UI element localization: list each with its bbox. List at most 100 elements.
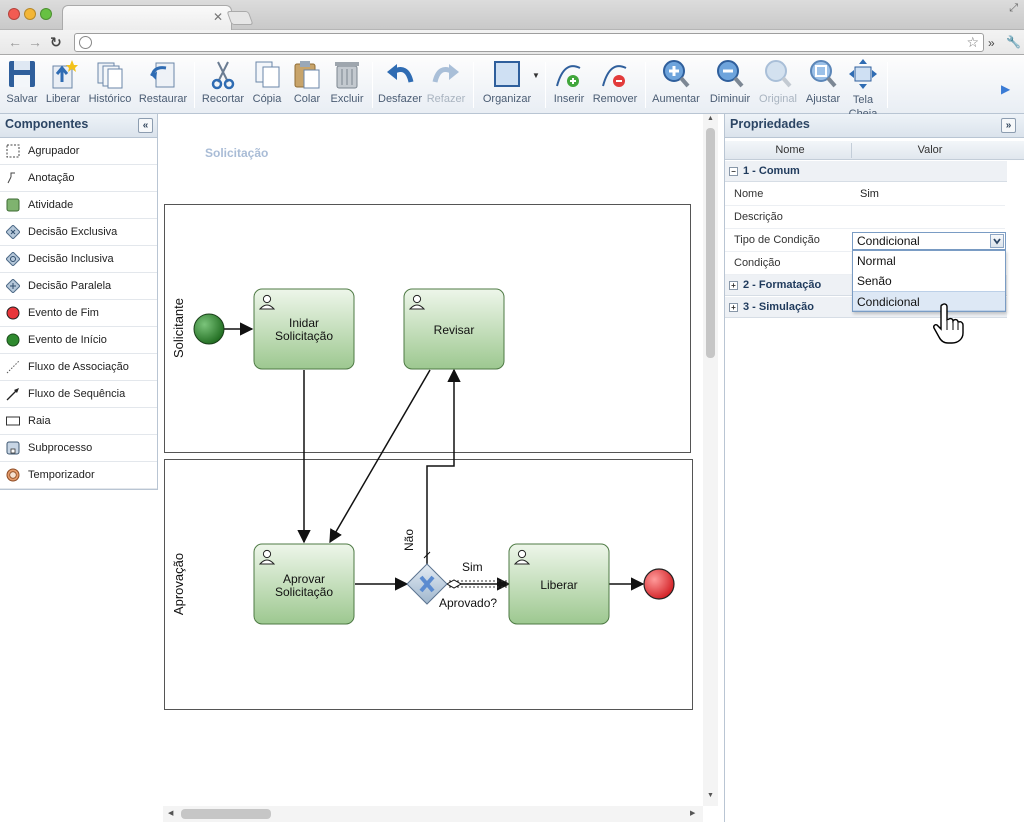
scroll-up-arrow-icon[interactable]: ▲ bbox=[707, 115, 714, 122]
paste-button[interactable]: Colar bbox=[290, 58, 324, 105]
timer-icon bbox=[6, 468, 20, 482]
more-icon[interactable]: » bbox=[988, 36, 995, 50]
diagram-canvas[interactable]: Solicitação Solicitante Aprovação Inidar… bbox=[163, 114, 718, 822]
expand-group-icon[interactable]: + bbox=[729, 281, 738, 290]
scroll-down-arrow-icon[interactable]: ▼ bbox=[707, 792, 714, 799]
bookmark-star-icon[interactable]: ☆ bbox=[966, 34, 979, 51]
component-decisao-paralela[interactable]: Decisão Paralela bbox=[0, 273, 157, 300]
forward-icon[interactable]: → bbox=[28, 34, 42, 50]
undo-button[interactable]: Desfazer bbox=[378, 58, 422, 105]
wrench-icon[interactable]: 🔧 bbox=[1006, 35, 1021, 49]
remove-point-button[interactable]: Remover bbox=[592, 58, 638, 105]
arrange-icon bbox=[494, 61, 520, 87]
component-fluxo-associacao[interactable]: Fluxo de Associação bbox=[0, 354, 157, 381]
minimize-window-icon[interactable] bbox=[24, 8, 36, 20]
task-revisar[interactable]: Revisar bbox=[403, 288, 505, 370]
component-evento-inicio[interactable]: Evento de Início bbox=[0, 327, 157, 354]
prop-name: Tipo de Condição bbox=[734, 234, 820, 246]
prop-row-descricao[interactable]: Descrição bbox=[725, 206, 1005, 229]
exclusive-gateway-icon bbox=[6, 225, 20, 239]
component-raia[interactable]: Raia bbox=[0, 408, 157, 435]
component-temporizador[interactable]: Temporizador bbox=[0, 462, 157, 489]
toolbar-separator bbox=[372, 62, 373, 108]
canvas-horizontal-scrollbar[interactable]: ◀ ▶ bbox=[163, 806, 703, 822]
zoom-window-icon[interactable] bbox=[40, 8, 52, 20]
toolbar-more-arrow-icon[interactable]: ▶ bbox=[1001, 82, 1010, 96]
component-label: Temporizador bbox=[28, 469, 95, 481]
task-iniciar-solicitacao[interactable]: Inidar Solicitação bbox=[253, 288, 355, 370]
task-label: Aprovar bbox=[283, 572, 325, 586]
prop-name: Condição bbox=[734, 257, 781, 269]
zoom-actual-button[interactable]: Original bbox=[757, 58, 799, 105]
option-senao[interactable]: Senão bbox=[853, 271, 1005, 291]
paste-label: Colar bbox=[293, 93, 321, 105]
task-liberar[interactable]: Liberar bbox=[508, 543, 610, 625]
restore-button[interactable]: Restaurar bbox=[138, 58, 188, 105]
start-event[interactable] bbox=[193, 313, 225, 345]
cut-button[interactable]: Recortar bbox=[200, 58, 246, 105]
page-icon bbox=[79, 36, 92, 49]
sequence-flow-icon bbox=[6, 388, 19, 401]
component-decisao-exclusiva[interactable]: Decisão Exclusiva bbox=[0, 219, 157, 246]
chevron-down-icon[interactable] bbox=[990, 234, 1004, 248]
resize-icon[interactable]: ⤢ bbox=[1009, 2, 1018, 15]
component-subprocesso[interactable]: Subprocesso bbox=[0, 435, 157, 462]
component-decisao-inclusiva[interactable]: Decisão Inclusiva bbox=[0, 246, 157, 273]
undo-label: Desfazer bbox=[378, 93, 423, 105]
column-divider bbox=[851, 143, 852, 158]
tab-close-icon[interactable]: ✕ bbox=[213, 10, 223, 24]
group-comum[interactable]: − 1 - Comum bbox=[725, 161, 1007, 182]
zoom-in-button[interactable]: Aumentar bbox=[651, 58, 701, 105]
insert-point-button[interactable]: Inserir bbox=[551, 58, 587, 105]
zoom-fit-button[interactable]: Ajustar bbox=[804, 58, 842, 105]
copy-button[interactable]: Cópia bbox=[250, 58, 284, 105]
arrange-button[interactable]: Organizar bbox=[479, 58, 535, 105]
browser-tab[interactable]: ✕ bbox=[62, 5, 232, 31]
chevron-down-icon[interactable]: ▼ bbox=[532, 71, 540, 80]
remove-point-label: Remover bbox=[592, 93, 638, 105]
parallel-gateway-icon bbox=[6, 279, 20, 293]
collapse-components-button[interactable]: « bbox=[138, 118, 153, 133]
fullscreen-button[interactable]: Tela Cheia bbox=[845, 58, 881, 114]
annotation-icon bbox=[7, 172, 15, 184]
new-tab-button[interactable] bbox=[226, 11, 254, 25]
redo-icon bbox=[432, 64, 459, 83]
collapse-properties-button[interactable]: » bbox=[1001, 118, 1016, 133]
save-button[interactable]: Salvar bbox=[4, 58, 40, 105]
scroll-right-arrow-icon[interactable]: ▶ bbox=[690, 809, 695, 817]
canvas-vertical-scrollbar[interactable]: ▲ ▼ bbox=[703, 114, 718, 806]
history-button[interactable]: Histórico bbox=[88, 58, 132, 105]
component-agrupador[interactable]: Agrupador bbox=[0, 138, 157, 165]
address-bar[interactable]: ☆ bbox=[74, 33, 984, 52]
delete-button[interactable]: Excluir bbox=[329, 58, 365, 105]
zoom-out-button[interactable]: Diminuir bbox=[707, 58, 753, 105]
component-anotacao[interactable]: Anotação bbox=[0, 165, 157, 192]
history-icon bbox=[97, 62, 123, 89]
component-fluxo-sequencia[interactable]: Fluxo de Sequência bbox=[0, 381, 157, 408]
column-valor: Valor bbox=[917, 144, 943, 156]
subprocess-icon bbox=[6, 441, 20, 455]
task-aprovar-solicitacao[interactable]: Aprovar Solicitação bbox=[253, 543, 355, 625]
scroll-left-arrow-icon[interactable]: ◀ bbox=[168, 809, 173, 817]
component-evento-fim[interactable]: Evento de Fim bbox=[0, 300, 157, 327]
prop-value-nome[interactable]: Sim bbox=[860, 188, 879, 200]
redo-button[interactable]: Refazer bbox=[426, 58, 466, 105]
expand-group-icon[interactable]: + bbox=[729, 303, 738, 312]
close-window-icon[interactable] bbox=[8, 8, 20, 20]
option-normal[interactable]: Normal bbox=[853, 251, 1005, 271]
horizontal-scroll-thumb[interactable] bbox=[181, 809, 271, 819]
component-atividade[interactable]: Atividade bbox=[0, 192, 157, 219]
publish-button[interactable]: Liberar bbox=[44, 58, 82, 105]
back-icon[interactable]: ← bbox=[8, 34, 22, 50]
end-event[interactable] bbox=[643, 568, 675, 600]
option-condicional[interactable]: Condicional bbox=[853, 291, 1005, 311]
component-label: Atividade bbox=[28, 199, 74, 211]
vertical-scroll-thumb[interactable] bbox=[706, 128, 715, 358]
reload-icon[interactable]: ↻ bbox=[50, 34, 62, 51]
editor-toolbar: Salvar Liberar Histórico Restaurar Recor… bbox=[0, 56, 1024, 114]
prop-row-nome[interactable]: Nome Sim bbox=[725, 183, 1005, 206]
condition-type-select[interactable]: Condicional bbox=[852, 232, 1006, 250]
properties-title: Propriedades bbox=[730, 117, 810, 131]
component-label: Agrupador bbox=[28, 145, 80, 157]
collapse-group-icon[interactable]: − bbox=[729, 167, 738, 176]
